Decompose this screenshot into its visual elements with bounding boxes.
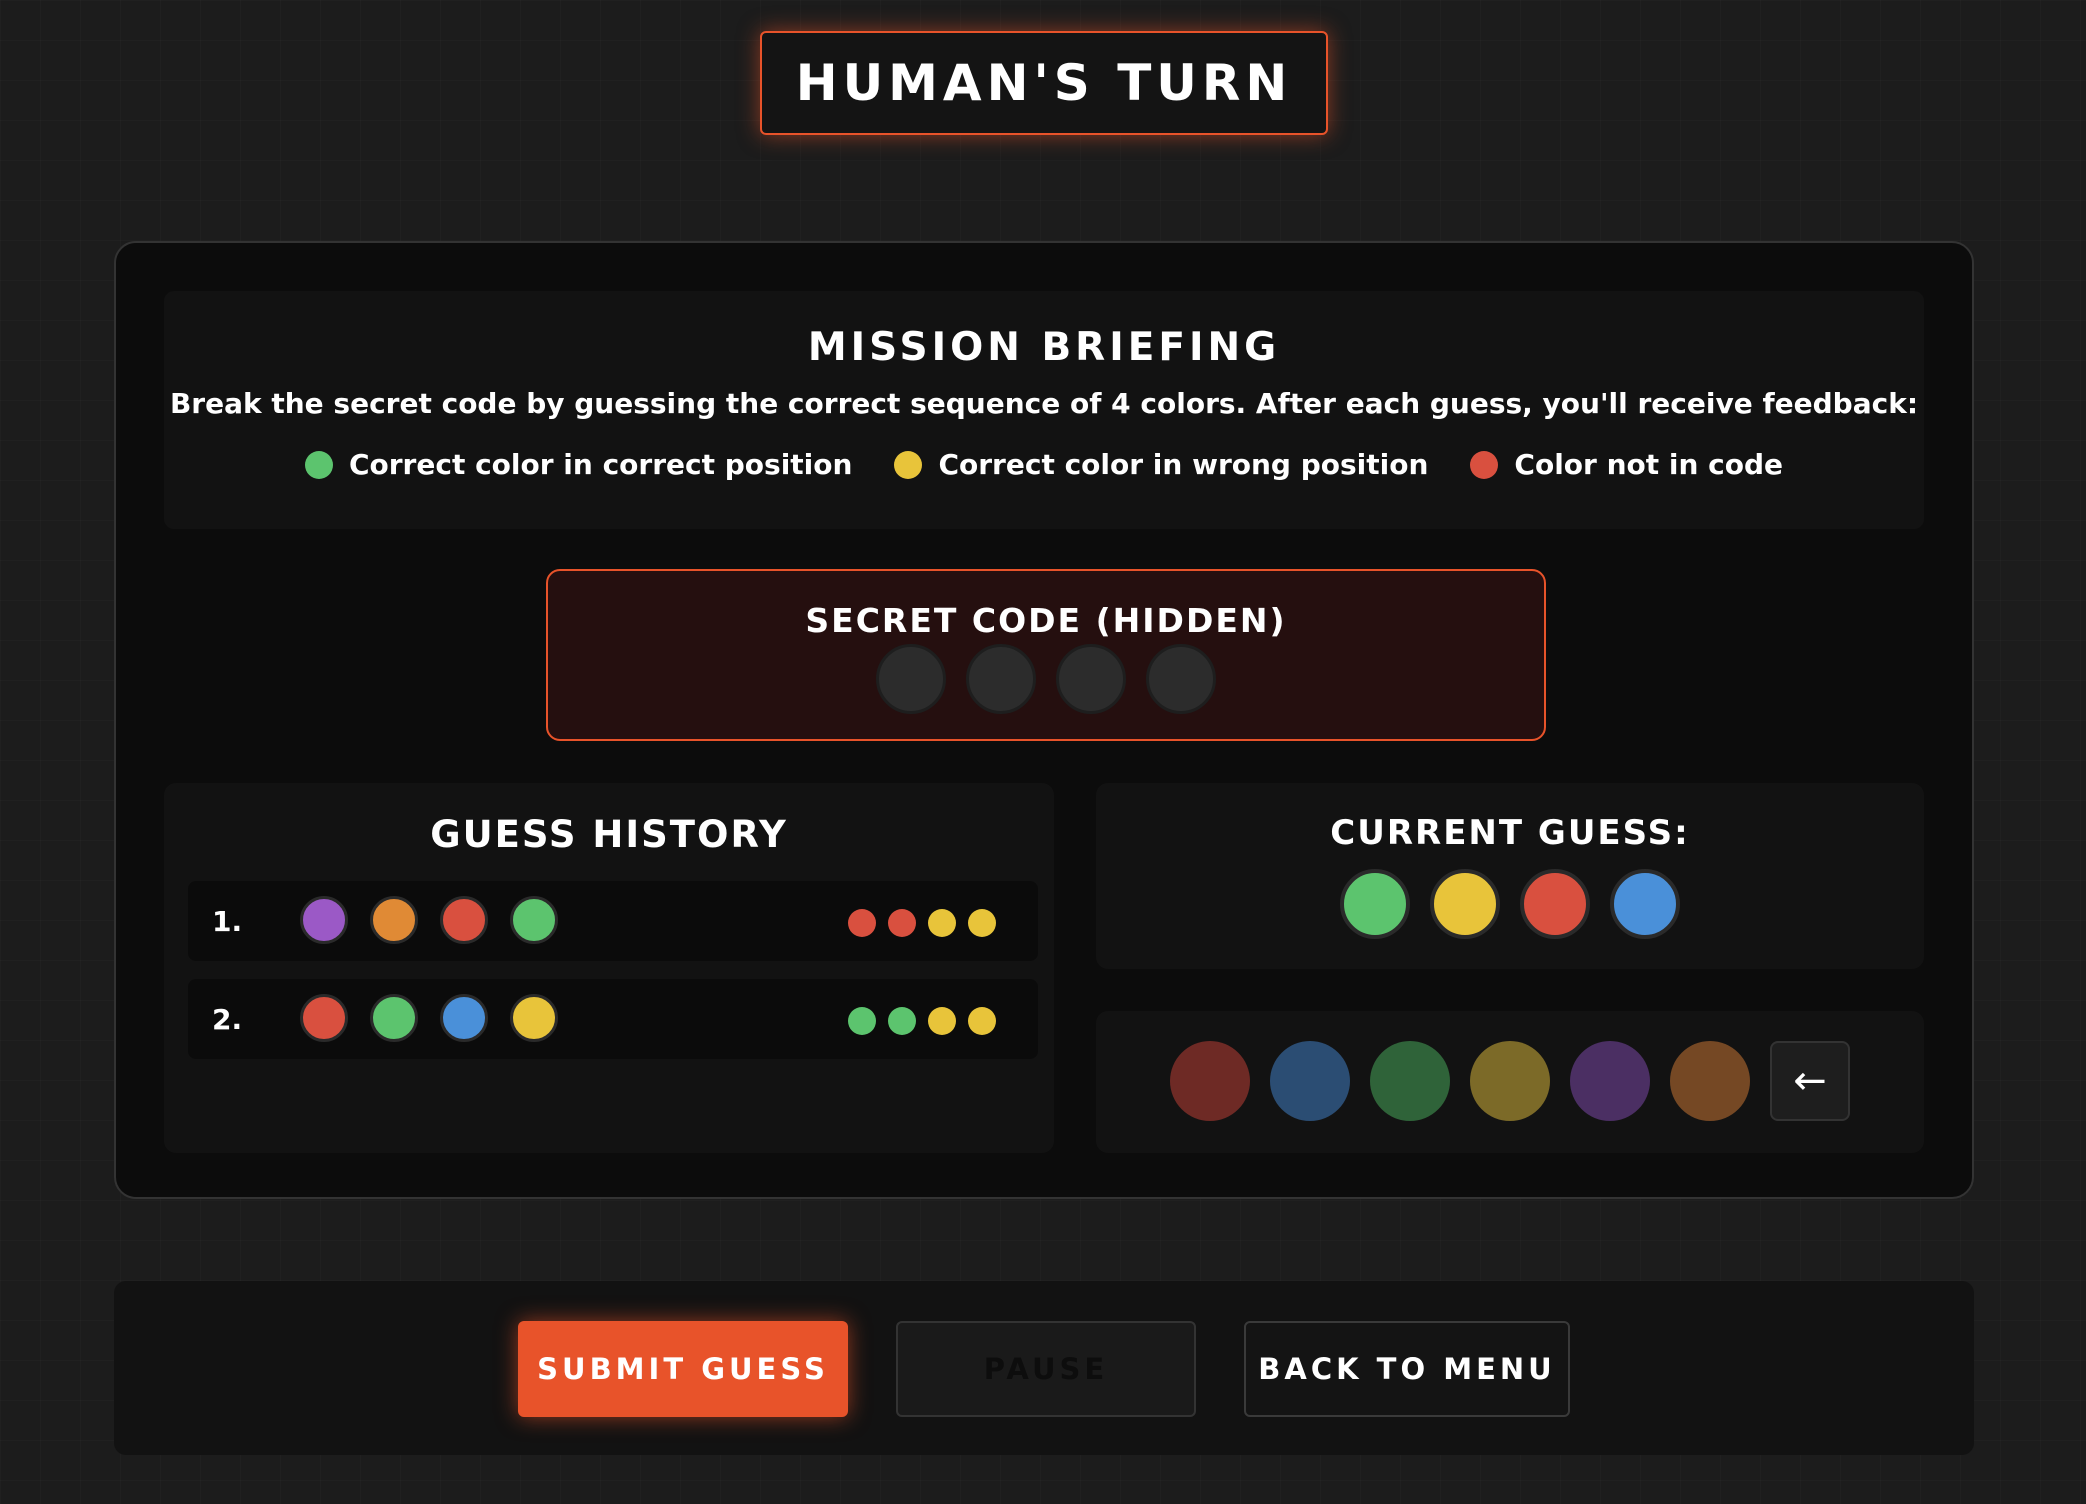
guess-peg [370, 994, 418, 1042]
color-option-yellow[interactable] [1470, 1041, 1550, 1121]
feedback-dot [928, 909, 956, 937]
current-guess-panel: CURRENT GUESS: [1096, 783, 1924, 969]
hidden-peg [876, 644, 946, 714]
feedback-dot [968, 1007, 996, 1035]
game-panel: MISSION BRIEFING Break the secret code b… [114, 241, 1974, 1199]
legend-label: Color not in code [1514, 448, 1784, 481]
guess-pegs [300, 994, 558, 1042]
turn-banner: HUMAN'S TURN [760, 31, 1328, 135]
green-dot-icon [304, 450, 333, 479]
guess-peg [370, 896, 418, 944]
red-dot-icon [1470, 450, 1499, 479]
control-bar: SUBMIT GUESS PAUSE BACK TO MENU [114, 1281, 1974, 1455]
guess-peg [440, 994, 488, 1042]
guess-number: 2. [212, 1003, 243, 1036]
pause-button[interactable]: PAUSE [896, 1321, 1196, 1417]
submit-guess-button[interactable]: SUBMIT GUESS [518, 1321, 848, 1417]
current-guess-slots [1096, 869, 1924, 939]
legend-item-correct-position: Correct color in correct position [304, 448, 853, 481]
current-guess-peg[interactable] [1520, 869, 1590, 939]
feedback-dot [888, 909, 916, 937]
current-guess-peg[interactable] [1430, 869, 1500, 939]
guess-row: 1. [188, 881, 1038, 961]
color-option-red[interactable] [1170, 1041, 1250, 1121]
current-guess-peg[interactable] [1340, 869, 1410, 939]
legend-item-wrong-position: Correct color in wrong position [894, 448, 1428, 481]
backspace-button[interactable]: ← [1770, 1041, 1850, 1121]
color-palette: ← [1096, 1011, 1924, 1153]
guess-row: 2. [188, 979, 1038, 1059]
guess-number: 1. [212, 905, 243, 938]
guess-peg [300, 994, 348, 1042]
current-guess-peg[interactable] [1610, 869, 1680, 939]
feedback-dot [968, 909, 996, 937]
color-option-blue[interactable] [1270, 1041, 1350, 1121]
guess-peg [440, 896, 488, 944]
guess-peg [510, 896, 558, 944]
secret-code-slots [548, 644, 1544, 714]
briefing-text: Break the secret code by guessing the co… [169, 387, 1919, 420]
guess-pegs [300, 896, 558, 944]
guess-peg [510, 994, 558, 1042]
feedback-dot [848, 909, 876, 937]
legend-label: Correct color in correct position [348, 448, 853, 481]
feedback-dot [848, 1007, 876, 1035]
hidden-peg [966, 644, 1036, 714]
left-arrow-icon: ← [1793, 1058, 1827, 1104]
color-option-orange[interactable] [1670, 1041, 1750, 1121]
back-to-menu-button[interactable]: BACK TO MENU [1244, 1321, 1570, 1417]
feedback-pegs [848, 909, 996, 937]
feedback-pegs [848, 1007, 996, 1035]
color-option-green[interactable] [1370, 1041, 1450, 1121]
feedback-legend: Correct color in correct position Correc… [164, 448, 1924, 481]
briefing-title: MISSION BRIEFING [807, 325, 1281, 370]
guess-history-panel: GUESS HISTORY 1. 2. [164, 783, 1054, 1153]
hidden-peg [1146, 644, 1216, 714]
feedback-dot [888, 1007, 916, 1035]
guess-peg [300, 896, 348, 944]
secret-code-title: SECRET CODE (HIDDEN) [805, 601, 1287, 640]
secret-code-panel: SECRET CODE (HIDDEN) [546, 569, 1546, 741]
mission-briefing: MISSION BRIEFING Break the secret code b… [164, 291, 1924, 529]
yellow-dot-icon [894, 450, 923, 479]
hidden-peg [1056, 644, 1126, 714]
color-option-purple[interactable] [1570, 1041, 1650, 1121]
feedback-dot [928, 1007, 956, 1035]
guess-history-title: GUESS HISTORY [430, 813, 788, 856]
legend-item-not-in-code: Color not in code [1470, 448, 1783, 481]
legend-label: Correct color in wrong position [938, 448, 1429, 481]
current-guess-title: CURRENT GUESS: [1330, 813, 1690, 853]
